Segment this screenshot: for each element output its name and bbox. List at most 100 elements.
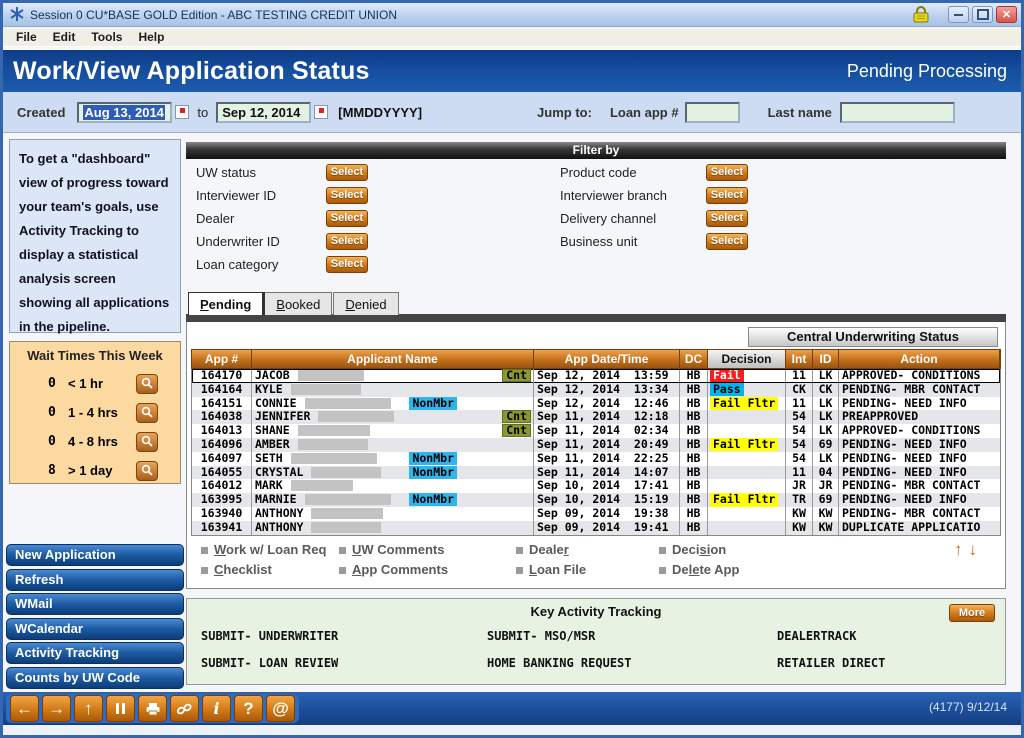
nav-button-refresh[interactable]: Refresh: [6, 569, 184, 591]
column-header-app-[interactable]: App #: [192, 350, 252, 368]
menu-item-tools[interactable]: Tools: [84, 29, 129, 45]
activity-item[interactable]: RETAILER DIRECT: [777, 656, 885, 670]
loan-app-input[interactable]: [685, 102, 740, 123]
column-header-id[interactable]: ID: [813, 350, 839, 368]
filter-by-header: Filter by: [186, 142, 1006, 159]
toolbar-back-arrow[interactable]: ←: [10, 695, 39, 722]
select-button-loan-category[interactable]: Select: [326, 256, 368, 273]
link-decision[interactable]: Decision: [659, 542, 726, 557]
table-row[interactable]: 164038JENNIFERCntSep 11, 2014 12:18HB54L…: [192, 410, 1000, 424]
cell-action: PENDING- NEED INFO: [839, 452, 1000, 466]
cell-action: PENDING- NEED INFO: [839, 397, 1000, 411]
toolbar-email-icon[interactable]: @: [266, 695, 295, 722]
cell-applicant-name: SHANECnt: [252, 424, 534, 438]
activity-item[interactable]: HOME BANKING REQUEST: [487, 656, 632, 670]
table-row[interactable]: 164170JACOBCntSep 12, 2014 13:59HBFail11…: [192, 369, 1000, 383]
last-name-input[interactable]: [840, 102, 955, 123]
minimize-button[interactable]: [948, 6, 969, 23]
select-button-underwriter-id[interactable]: Select: [326, 233, 368, 250]
calendar-icon-to[interactable]: [314, 105, 328, 119]
table-row[interactable]: 164164KYLESep 12, 2014 13:34HBPassCKCKPE…: [192, 383, 1000, 397]
nav-button-wmail[interactable]: WMail: [6, 593, 184, 615]
table-row[interactable]: 164055CRYSTALNonMbrSep 11, 2014 14:07HB1…: [192, 466, 1000, 480]
cell-underwriter-id: LK: [813, 410, 839, 424]
move-down-arrow[interactable]: ↓: [969, 540, 978, 559]
cell-action: DUPLICATE APPLICATIO: [839, 521, 1000, 535]
link-app-comments[interactable]: App Comments: [339, 562, 448, 577]
created-from-field[interactable]: Aug 13, 2014: [77, 102, 172, 123]
table-row[interactable]: 163995MARNIENonMbrSep 10, 2014 15:19HBFa…: [192, 493, 1000, 507]
select-button-interviewer-branch[interactable]: Select: [706, 187, 748, 204]
toolbar-up-arrow[interactable]: ↑: [74, 695, 103, 722]
link-loan-file[interactable]: Loan File: [516, 562, 586, 577]
table-row[interactable]: 164096AMBERSep 11, 2014 20:49HBFail Fltr…: [192, 438, 1000, 452]
tab-denied[interactable]: Denied: [333, 292, 398, 315]
calendar-icon-from[interactable]: [175, 105, 189, 119]
toolbar-print-icon[interactable]: [138, 695, 167, 722]
wait-zoom-button[interactable]: [136, 374, 158, 394]
column-header-int[interactable]: Int: [786, 350, 813, 368]
bottom-strip: [3, 725, 1021, 738]
toolbar-info-icon[interactable]: i: [202, 695, 231, 722]
table-row[interactable]: 164097SETHNonMbrSep 11, 2014 22:25HB54LK…: [192, 452, 1000, 466]
cell-delivery-channel: HB: [680, 438, 708, 452]
select-button-delivery-channel[interactable]: Select: [706, 210, 748, 227]
select-button-business-unit[interactable]: Select: [706, 233, 748, 250]
activity-item[interactable]: SUBMIT- LOAN REVIEW: [201, 656, 338, 670]
column-header-action[interactable]: Action: [839, 350, 1000, 368]
close-button[interactable]: ✕: [996, 6, 1017, 23]
nav-button-activity-tracking[interactable]: Activity Tracking: [6, 642, 184, 664]
column-header-decision[interactable]: Decision: [708, 350, 786, 368]
toolbar-help-icon[interactable]: ?: [234, 695, 263, 722]
select-button-dealer[interactable]: Select: [326, 210, 368, 227]
tab-booked[interactable]: Booked: [264, 292, 332, 315]
wait-zoom-button[interactable]: [136, 432, 158, 452]
wait-zoom-button[interactable]: [136, 403, 158, 423]
link-delete-app[interactable]: Delete App: [659, 562, 739, 577]
column-header-dc[interactable]: DC: [680, 350, 708, 368]
column-header-applicant-name[interactable]: Applicant Name: [252, 350, 534, 368]
cell-app-number: 164170: [192, 369, 252, 383]
toolbar-pause-icon[interactable]: [106, 695, 135, 722]
link-checklist[interactable]: Checklist: [201, 562, 272, 577]
menu-item-file[interactable]: File: [9, 29, 44, 45]
activity-item[interactable]: DEALERTRACK: [777, 629, 856, 643]
menu-item-edit[interactable]: Edit: [46, 29, 83, 45]
filter-label: Dealer: [196, 211, 326, 226]
table-row[interactable]: 164151CONNIENonMbrSep 12, 2014 12:46HBFa…: [192, 397, 1000, 411]
tab-pending[interactable]: Pending: [188, 292, 263, 315]
activity-item[interactable]: SUBMIT- MSO/MSR: [487, 629, 595, 643]
toolbar-forward-arrow[interactable]: →: [42, 695, 71, 722]
more-button[interactable]: More: [949, 604, 995, 622]
link-dealer[interactable]: Dealer: [516, 542, 569, 557]
nav-button-counts-by-uw-code[interactable]: Counts by UW Code: [6, 667, 184, 689]
created-to-field[interactable]: Sep 12, 2014: [216, 102, 311, 123]
redacted-last-name: [311, 467, 381, 478]
cosigner-badge: Cnt: [502, 369, 531, 382]
cell-underwriter-id: 69: [813, 493, 839, 507]
nav-button-new-application[interactable]: New Application: [6, 544, 184, 566]
select-button-product-code[interactable]: Select: [706, 164, 748, 181]
link-work-w-loan-req[interactable]: Work w/ Loan Req: [201, 542, 326, 557]
column-header-app-date-time[interactable]: App Date/Time: [534, 350, 680, 368]
page-header: Work/View Application Status Pending Pro…: [3, 49, 1021, 92]
cell-action: PENDING- NEED INFO: [839, 493, 1000, 507]
move-up-arrow[interactable]: ↑: [954, 540, 963, 559]
table-row[interactable]: 164013SHANECntSep 11, 2014 02:34HB54LKAP…: [192, 424, 1000, 438]
cell-delivery-channel: HB: [680, 479, 708, 493]
select-button-uw-status[interactable]: Select: [326, 164, 368, 181]
table-row[interactable]: 164012MARKSep 10, 2014 17:41HBJRJRPENDIN…: [192, 479, 1000, 493]
link-bullet-icon: [659, 567, 666, 574]
dashboard-tip: To get a "dashboard" view of progress to…: [9, 139, 181, 333]
table-row[interactable]: 163941ANTHONYSep 09, 2014 19:41HBKWKWDUP…: [192, 521, 1000, 535]
maximize-button[interactable]: [972, 6, 993, 23]
wait-zoom-button[interactable]: [136, 461, 158, 481]
nav-button-wcalendar[interactable]: WCalendar: [6, 618, 184, 640]
activity-item[interactable]: SUBMIT- UNDERWRITER: [201, 629, 338, 643]
toolbar-link-icon[interactable]: [170, 695, 199, 722]
table-row[interactable]: 163940ANTHONYSep 09, 2014 19:38HBKWKWPEN…: [192, 507, 1000, 521]
link-bullet-icon: [516, 567, 523, 574]
link-uw-comments[interactable]: UW Comments: [339, 542, 444, 557]
select-button-interviewer-id[interactable]: Select: [326, 187, 368, 204]
menu-item-help[interactable]: Help: [131, 29, 171, 45]
